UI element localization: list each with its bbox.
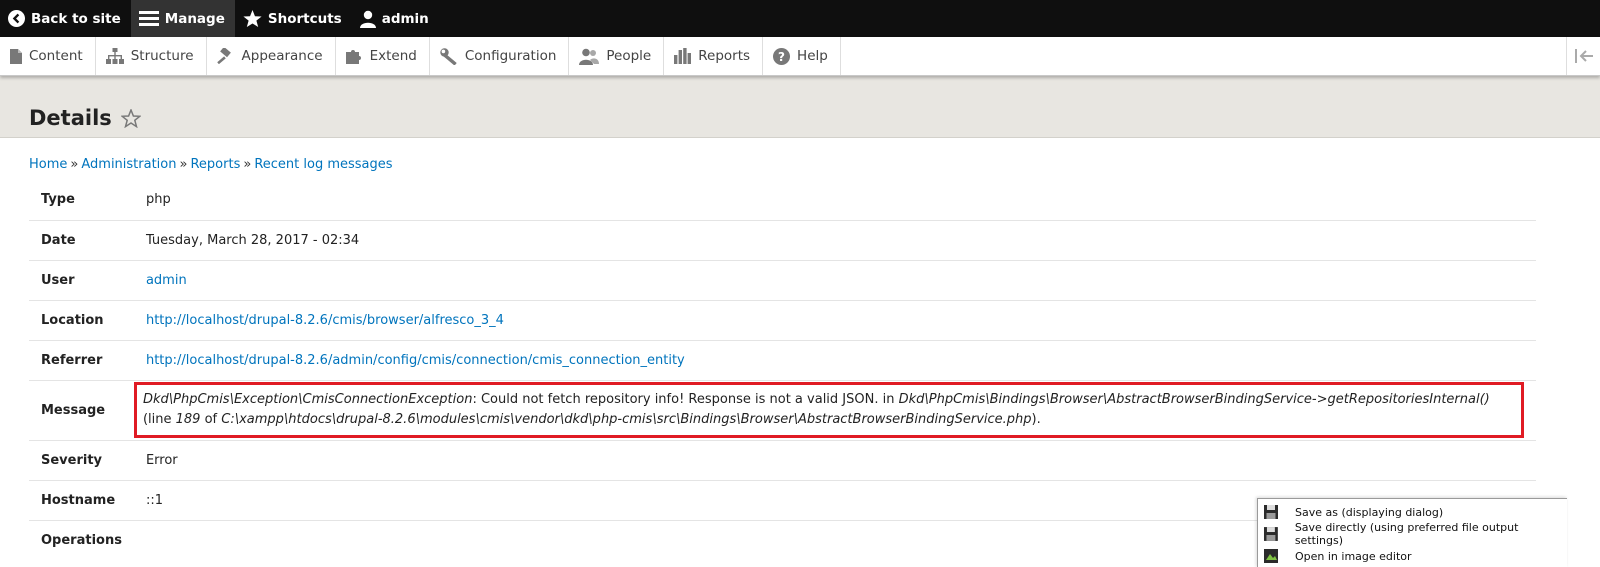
breadcrumb-separator: » bbox=[70, 157, 79, 172]
wrench-icon bbox=[440, 47, 457, 65]
breadcrumb-separator: » bbox=[179, 157, 188, 172]
user-icon bbox=[359, 10, 376, 28]
user-label: admin bbox=[381, 10, 429, 27]
tray-item-extend[interactable]: Extend bbox=[336, 37, 430, 75]
star-outline-icon[interactable] bbox=[120, 109, 141, 128]
message-method: Dkd\PhpCmis\Bindings\Browser\AbstractBro… bbox=[898, 392, 1490, 407]
message-file: C:\xampp\htdocs\drupal-8.2.6\modules\cmi… bbox=[221, 412, 1032, 427]
user-tab[interactable]: admin bbox=[352, 0, 439, 37]
user-cell: admin bbox=[133, 260, 1536, 301]
table-row: Location http://localhost/drupal-8.2.6/c… bbox=[29, 300, 1536, 341]
user-link[interactable]: admin bbox=[146, 273, 187, 288]
user-label: User bbox=[29, 260, 134, 301]
bar-chart-icon bbox=[674, 48, 692, 64]
message-text: : Could not fetch repository info! Respo… bbox=[472, 392, 899, 407]
referrer-link[interactable]: http://localhost/drupal-8.2.6/admin/conf… bbox=[146, 353, 685, 368]
paint-icon bbox=[216, 48, 231, 64]
referrer-cell: http://localhost/drupal-8.2.6/admin/conf… bbox=[133, 340, 1536, 381]
tray-item-reports[interactable]: Reports bbox=[664, 37, 764, 75]
message-highlight-box: Dkd\PhpCmis\Exception\CmisConnectionExce… bbox=[133, 382, 1524, 438]
breadcrumb-separator: » bbox=[243, 157, 252, 172]
breadcrumb-administration[interactable]: Administration bbox=[81, 157, 176, 172]
tray-item-label: Reports bbox=[698, 48, 751, 64]
help-icon: ? bbox=[773, 47, 791, 65]
tray-item-label: Configuration bbox=[464, 48, 557, 64]
tray-item-structure[interactable]: Structure bbox=[96, 37, 207, 75]
page-header bbox=[0, 76, 1600, 138]
tray-orientation-toggle[interactable] bbox=[1566, 37, 1600, 75]
message-end: ). bbox=[1031, 412, 1041, 427]
message-line-prefix: (line bbox=[142, 412, 176, 427]
puzzle-icon bbox=[345, 50, 361, 64]
tray-item-configuration[interactable]: Configuration bbox=[430, 37, 570, 75]
tray-item-label: Structure bbox=[130, 48, 194, 64]
message-cell: Dkd\PhpCmis\Exception\CmisConnectionExce… bbox=[133, 380, 1536, 441]
svg-text:?: ? bbox=[778, 50, 785, 64]
location-cell: http://localhost/drupal-8.2.6/cmis/brows… bbox=[133, 300, 1536, 341]
tray-item-label: People bbox=[606, 48, 652, 64]
menu-item-label: Open in image editor bbox=[1295, 549, 1412, 563]
tray-item-label: Help bbox=[797, 48, 828, 64]
menu-item-open-editor[interactable]: Open in image editor bbox=[1258, 545, 1567, 567]
image-editor-icon bbox=[1264, 549, 1278, 563]
table-row: Referrer http://localhost/drupal-8.2.6/a… bbox=[29, 340, 1536, 381]
date-label: Date bbox=[29, 220, 134, 261]
hamburger-icon bbox=[138, 11, 159, 26]
manage-tab[interactable]: Manage bbox=[130, 0, 235, 37]
location-label: Location bbox=[29, 300, 134, 341]
back-to-site-label: Back to site bbox=[31, 10, 121, 27]
page-title-text: Details bbox=[29, 106, 112, 130]
hostname-label: Hostname bbox=[29, 480, 134, 521]
floppy-disk-icon bbox=[1264, 505, 1278, 519]
sitemap-icon bbox=[105, 48, 124, 64]
admin-menu-tray: Content Structure Appearance Extend Conf… bbox=[0, 37, 1600, 76]
shortcuts-label: Shortcuts bbox=[267, 10, 342, 27]
table-row: Date Tuesday, March 28, 2017 - 02:34 bbox=[29, 220, 1536, 261]
floppy-disk-icon bbox=[1263, 527, 1278, 541]
referrer-label: Referrer bbox=[29, 340, 134, 381]
table-row: User admin bbox=[29, 260, 1536, 301]
shortcuts-tab[interactable]: Shortcuts bbox=[235, 0, 352, 37]
breadcrumb: Home» Administration» Reports» Recent log m… bbox=[29, 157, 393, 172]
location-link[interactable]: http://localhost/drupal-8.2.6/cmis/brows… bbox=[146, 313, 504, 328]
star-icon bbox=[243, 9, 262, 27]
message-label: Message bbox=[29, 380, 134, 441]
date-value: Tuesday, March 28, 2017 - 02:34 bbox=[133, 220, 1536, 261]
screenshot-context-menu: Save as (displaying dialog) Save directl… bbox=[1257, 498, 1567, 567]
menu-item-save-directly[interactable]: Save directly (using preferred file outp… bbox=[1258, 521, 1567, 547]
file-icon bbox=[10, 48, 22, 64]
admin-toolbar: Back to site Manage Shortcuts admin bbox=[0, 0, 1600, 37]
collapse-left-icon bbox=[1574, 49, 1593, 63]
message-line: 189 bbox=[175, 412, 201, 427]
chevron-left-circle-icon bbox=[8, 10, 25, 27]
tray-item-help[interactable]: ? Help bbox=[763, 37, 841, 75]
message-of: of bbox=[200, 412, 218, 427]
manage-label: Manage bbox=[164, 10, 225, 27]
breadcrumb-reports[interactable]: Reports bbox=[190, 157, 240, 172]
message-exception: Dkd\PhpCmis\Exception\CmisConnectionExce… bbox=[142, 392, 473, 407]
table-row: Severity Error bbox=[29, 440, 1536, 481]
table-row: Type php bbox=[29, 180, 1536, 221]
back-to-site-link[interactable]: Back to site bbox=[0, 0, 131, 37]
menu-item-label: Save as (displaying dialog) bbox=[1295, 505, 1444, 519]
menu-item-label: Save directly (using preferred file outp… bbox=[1294, 521, 1519, 547]
breadcrumb-recent-log[interactable]: Recent log messages bbox=[254, 157, 392, 172]
tray-item-people[interactable]: People bbox=[569, 37, 665, 75]
tray-item-label: Appearance bbox=[241, 48, 323, 64]
severity-value: Error bbox=[133, 440, 1536, 481]
page-title: Details bbox=[29, 106, 141, 130]
type-value: php bbox=[133, 180, 1536, 221]
table-row: Message Dkd\PhpCmis\Exception\CmisConnec… bbox=[29, 380, 1536, 441]
breadcrumb-home[interactable]: Home bbox=[29, 157, 67, 172]
people-icon bbox=[579, 48, 600, 65]
tray-item-label: Content bbox=[29, 48, 83, 64]
operations-label: Operations bbox=[41, 532, 122, 548]
tray-item-content[interactable]: Content bbox=[0, 37, 96, 75]
severity-label: Severity bbox=[29, 440, 134, 481]
type-label: Type bbox=[29, 180, 134, 221]
menu-item-save-as[interactable]: Save as (displaying dialog) bbox=[1258, 501, 1567, 523]
tray-item-label: Extend bbox=[369, 48, 417, 64]
tray-item-appearance[interactable]: Appearance bbox=[207, 37, 336, 75]
